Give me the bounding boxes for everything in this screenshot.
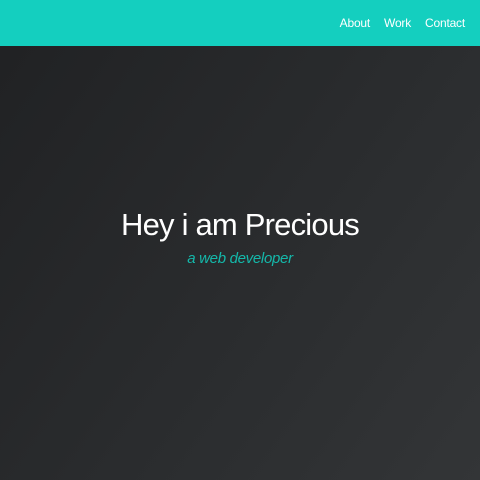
nav-link-about[interactable]: About <box>340 16 371 30</box>
top-navigation-bar: About Work Contact <box>0 0 480 46</box>
nav-link-contact[interactable]: Contact <box>425 16 465 30</box>
hero-title: Hey i am Precious <box>121 207 360 242</box>
page: About Work Contact Hey i am Precious a w… <box>0 0 480 480</box>
hero-section: Hey i am Precious a web developer <box>0 205 480 269</box>
hero-subtitle: a web developer <box>187 250 293 267</box>
main-nav: About Work Contact <box>340 0 466 46</box>
nav-link-work[interactable]: Work <box>384 16 411 30</box>
